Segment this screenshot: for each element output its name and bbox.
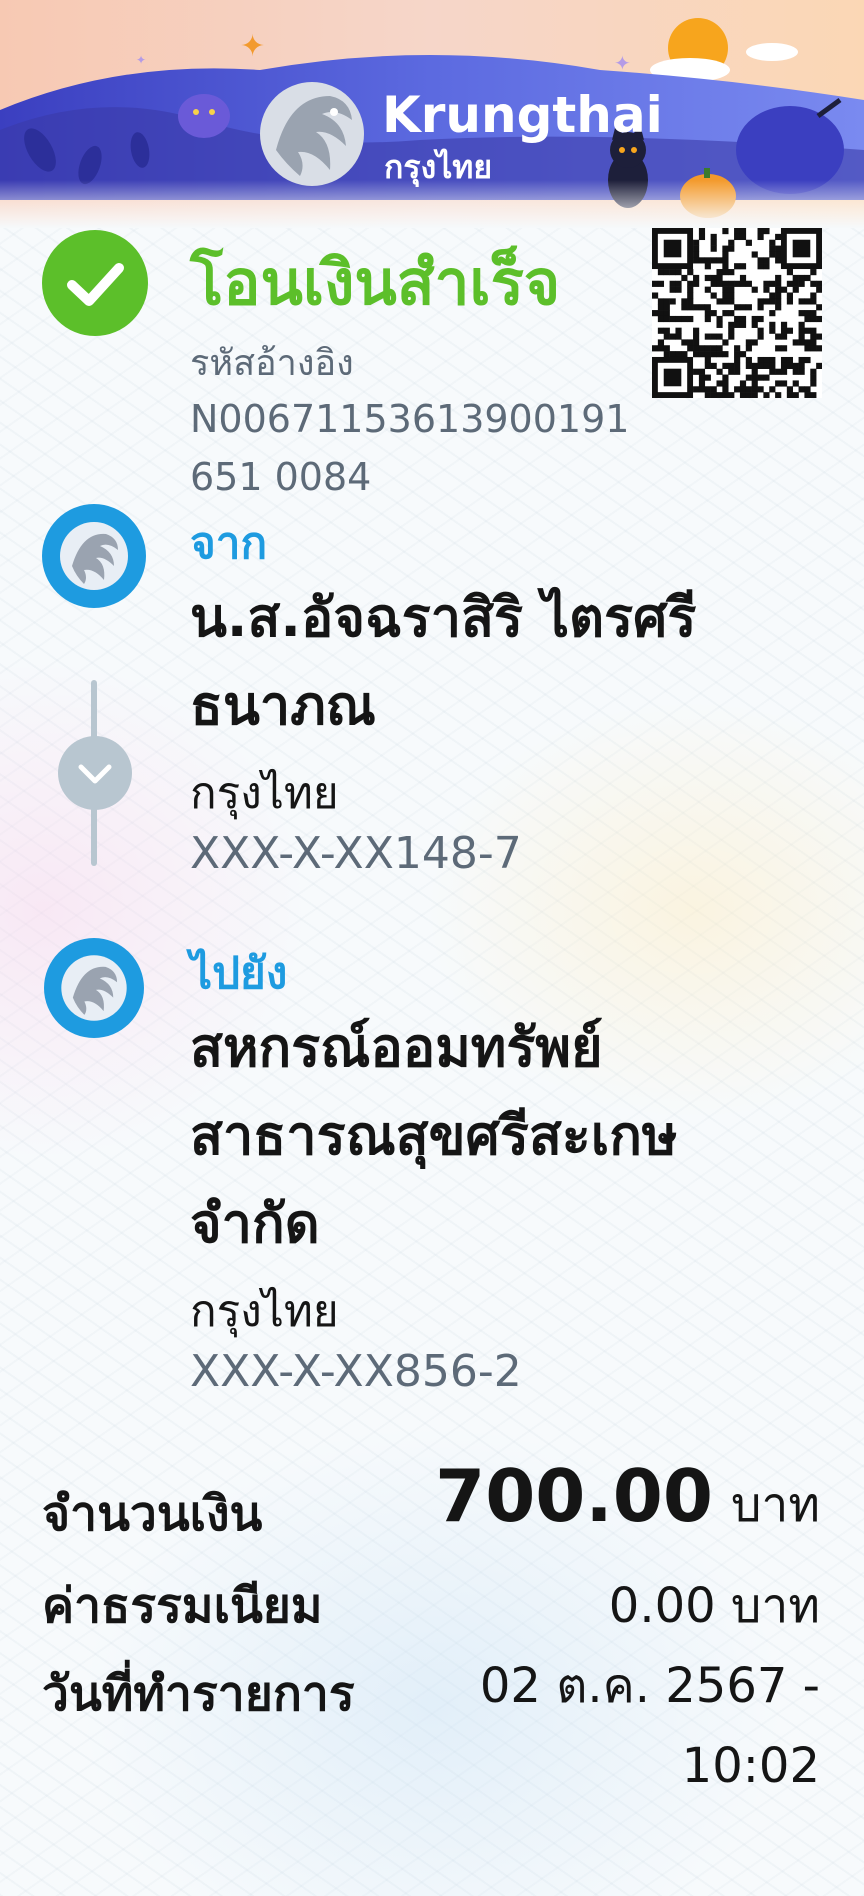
chevron-down-icon	[58, 736, 132, 810]
date-label: วันที่ทำรายการ	[42, 1666, 355, 1722]
header-banner: ✦ ✦ ✦ Krungthai กรุงไทย	[0, 0, 864, 228]
fee-label: ค่าธรรมเนียม	[42, 1578, 323, 1634]
qr-code[interactable]	[652, 228, 823, 399]
sender-account-number: XXX-X-XX148-7	[190, 828, 522, 879]
fee-value: 0.00 บาท	[608, 1578, 820, 1634]
amount-label: จำนวนเงิน	[42, 1486, 263, 1542]
recipient-account-number: XXX-X-XX856-2	[190, 1346, 522, 1397]
date-value: 02 ต.ค. 2567 -	[479, 1658, 820, 1714]
krungthai-bird-icon	[61, 955, 127, 1021]
amount-unit: บาท	[730, 1477, 820, 1533]
krungthai-bird-icon	[60, 522, 128, 590]
recipient-bank-avatar	[44, 938, 144, 1038]
sender-bank-name: กรุงไทย	[190, 768, 339, 819]
krungthai-logo-icon	[260, 82, 364, 186]
sender-bank-avatar	[42, 504, 146, 608]
brand-name-thai: กรุงไทย	[384, 148, 493, 186]
transfer-status-title: โอนเงินสำเร็จ	[190, 246, 561, 319]
reference-number: N00671153613900191651 0084	[190, 397, 630, 499]
from-label: จาก	[190, 518, 268, 569]
reference-label: รหัสอ้างอิง	[190, 343, 354, 384]
to-label: ไปยัง	[190, 948, 288, 999]
svg-text:✦: ✦	[136, 53, 146, 67]
success-check-icon	[42, 230, 148, 336]
recipient-name: สหกรณ์ออมทรัพย์สาธารณสุขศรีสะเกษ จำกัด	[190, 1016, 678, 1255]
amount-value: 700.00	[435, 1454, 713, 1538]
recipient-bank-name: กรุงไทย	[190, 1286, 339, 1337]
amount-value-group: 700.00 บาท	[435, 1454, 820, 1543]
time-value: 10:02	[681, 1738, 820, 1794]
brand-name-english: Krungthai	[382, 86, 663, 144]
svg-text:✦: ✦	[240, 29, 265, 64]
sender-name: น.ส.อัจฉราสิริ ไตรศรีธนาภณ	[190, 586, 697, 737]
